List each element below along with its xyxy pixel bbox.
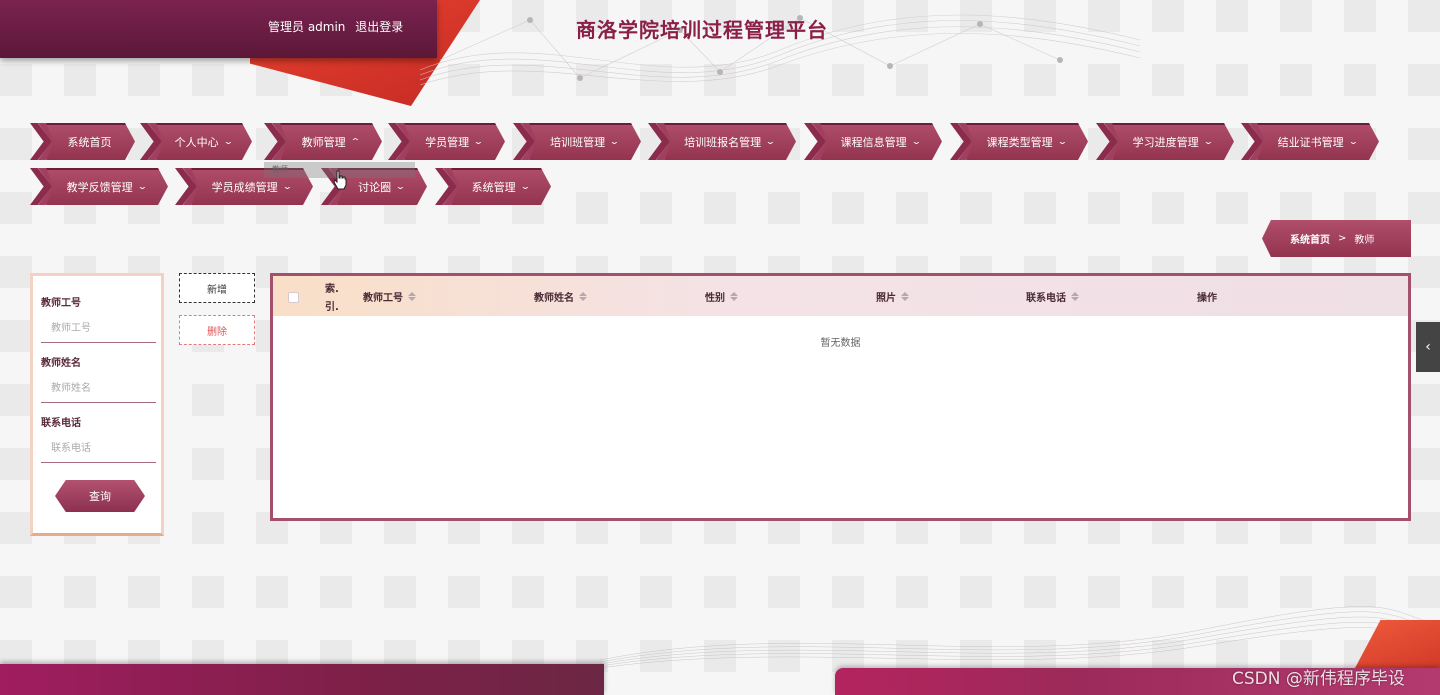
nav-item-label: 教学反馈管理	[66, 180, 133, 194]
delete-button[interactable]: 删除	[179, 315, 255, 345]
teacher-name-label: 教师姓名	[41, 358, 81, 369]
sort-icon	[408, 291, 416, 301]
teacher-id-label: 教师工号	[41, 298, 81, 309]
nav-item-label: 培训班管理	[550, 135, 606, 149]
nav-item-class-management[interactable]: 培训班管理 ⌄	[513, 123, 641, 160]
nav-item-home[interactable]: 系统首页	[30, 123, 135, 160]
nav-item-label: 结业证书管理	[1277, 135, 1344, 149]
column-header-label: 照片	[876, 292, 896, 304]
top-bar: 管理员 admin 退出登录	[0, 0, 437, 58]
admin-user-label: 管理员 admin	[268, 20, 346, 34]
nav-item-label: 个人中心	[174, 135, 219, 149]
chevron-down-icon: ⌄	[395, 182, 406, 191]
teacher-name-input[interactable]	[41, 375, 156, 403]
column-header-gender[interactable]: 性别	[705, 276, 738, 316]
query-button[interactable]: 查询	[55, 480, 145, 512]
chevron-down-icon: ⌄	[910, 137, 922, 146]
sort-icon	[1071, 291, 1079, 301]
nav-item-course-type-management[interactable]: 课程类型管理 ⌄	[950, 123, 1088, 160]
add-button[interactable]: 新增	[179, 273, 255, 303]
nav-item-label: 培训班报名管理	[684, 135, 762, 149]
chevron-up-icon: ⌃	[349, 137, 361, 146]
teacher-table: 索. 引. 教师工号 教师姓名 性别 照片 联系电话 操作 暂无数据	[270, 273, 1411, 521]
column-header-label: 操作	[1197, 292, 1217, 304]
nav-item-student-management[interactable]: 学员管理 ⌄	[388, 123, 505, 160]
chevron-down-icon: ⌄	[1202, 137, 1214, 146]
search-panel: 教师工号 教师姓名 联系电话 查询	[30, 273, 164, 536]
footer-wave-decoration	[600, 606, 1440, 669]
phone-label: 联系电话	[41, 418, 81, 429]
nav-item-label: 讨论圈	[358, 180, 392, 194]
column-header-label: 教师姓名	[534, 292, 574, 304]
sort-icon	[730, 291, 738, 301]
nav-item-label: 教师管理	[301, 135, 346, 149]
nav-item-certificate-management[interactable]: 结业证书管理 ⌄	[1241, 123, 1379, 160]
nav-item-label: 课程类型管理	[986, 135, 1053, 149]
nav-item-personal-center[interactable]: 个人中心 ⌄	[140, 123, 252, 160]
select-all-checkbox[interactable]	[288, 292, 299, 303]
nav-item-progress-management[interactable]: 学习进度管理 ⌄	[1096, 123, 1234, 160]
nav-item-label: 学员成绩管理	[211, 180, 278, 194]
nav-item-label: 学习进度管理	[1132, 135, 1199, 149]
chevron-down-icon: ⌄	[1347, 137, 1359, 146]
column-header-teacher-id[interactable]: 教师工号	[363, 276, 416, 316]
nav-item-course-info-management[interactable]: 课程信息管理 ⌄	[804, 123, 942, 160]
chevron-left-icon: ‹	[1425, 339, 1431, 355]
teacher-id-input[interactable]	[41, 315, 156, 343]
index-header-line2: 引.	[325, 301, 339, 313]
column-header-photo[interactable]: 照片	[876, 276, 909, 316]
nav-item-label: 系统管理	[471, 180, 516, 194]
chevron-down-icon: ⌄	[222, 137, 234, 146]
empty-state-text: 暂无数据	[820, 338, 861, 349]
footer-bar-left	[0, 664, 604, 695]
user-info: 管理员 admin 退出登录	[268, 18, 409, 35]
breadcrumb: 系统首页 > 教师	[1262, 220, 1411, 257]
breadcrumb-home-link[interactable]: 系统首页	[1290, 231, 1330, 246]
chevron-down-icon: ⌄	[765, 137, 776, 146]
chevron-down-icon: ⌄	[473, 137, 484, 146]
nav-item-enrollment-management[interactable]: 培训班报名管理 ⌄	[648, 123, 796, 160]
column-header-teacher-name[interactable]: 教师姓名	[534, 276, 587, 316]
side-panel-toggle[interactable]: ‹	[1416, 322, 1440, 372]
nav-item-system-management[interactable]: 系统管理 ⌄	[435, 168, 551, 205]
chevron-down-icon: ⌄	[1056, 137, 1068, 146]
sort-icon	[579, 291, 587, 301]
phone-input[interactable]	[41, 435, 156, 463]
nav-item-feedback-management[interactable]: 教学反馈管理 ⌄	[30, 168, 168, 205]
column-header-label: 教师工号	[363, 292, 403, 304]
nav-item-label: 系统首页	[67, 135, 112, 149]
column-header-label: 联系电话	[1026, 292, 1066, 304]
chevron-down-icon: ⌄	[519, 182, 531, 191]
table-header: 索. 引. 教师工号 教师姓名 性别 照片 联系电话 操作	[273, 276, 1408, 316]
nav-item-teacher-management[interactable]: 教师管理 ⌃	[264, 123, 382, 160]
column-header-label: 性别	[705, 292, 725, 304]
breadcrumb-current: 教师	[1354, 235, 1375, 246]
logout-link[interactable]: 退出登录	[355, 20, 403, 34]
column-header-index: 索. 引.	[325, 276, 339, 316]
nav-item-label: 学员管理	[425, 135, 470, 149]
sort-icon	[901, 291, 909, 301]
column-header-phone[interactable]: 联系电话	[1026, 276, 1079, 316]
index-header-line1: 索.	[325, 283, 339, 295]
watermark-text: CSDN @新伟程序毕设	[1232, 669, 1405, 689]
chevron-down-icon: ⌄	[609, 137, 620, 146]
chevron-down-icon: ⌄	[281, 182, 293, 191]
nav-item-label: 课程信息管理	[840, 135, 907, 149]
site-title: 商洛学院培训过程管理平台	[576, 18, 828, 42]
chevron-down-icon: ⌄	[136, 182, 148, 191]
column-header-actions: 操作	[1197, 276, 1217, 316]
breadcrumb-separator: >	[1338, 233, 1347, 244]
